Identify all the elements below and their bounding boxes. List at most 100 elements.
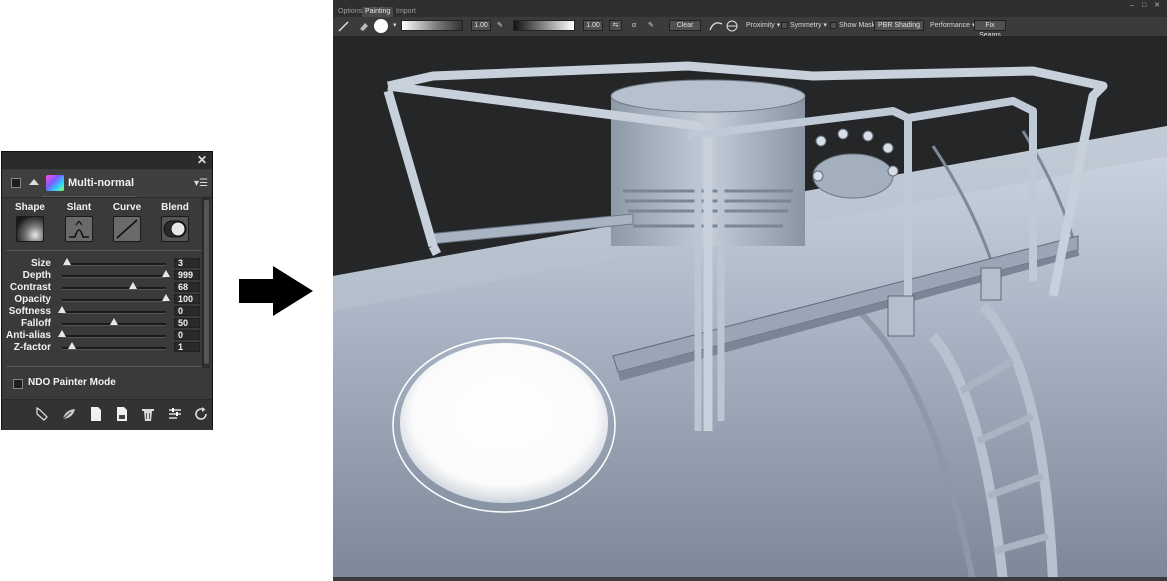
divider bbox=[6, 366, 202, 367]
brush-dropdown-icon[interactable]: ▾ bbox=[393, 20, 397, 32]
slider-value-field[interactable]: 100 bbox=[174, 294, 200, 304]
slider-label: Size bbox=[30, 258, 51, 269]
swap-button[interactable]: ⇆ bbox=[609, 20, 622, 31]
slider-label: Anti-alias bbox=[5, 330, 51, 341]
slider-label: Falloff bbox=[21, 318, 51, 329]
blend-toggle-icon bbox=[163, 220, 187, 238]
slider-value-field[interactable]: 0 bbox=[174, 330, 200, 340]
slider-value-field[interactable]: 68 bbox=[174, 282, 200, 292]
pen-tool-icon[interactable] bbox=[34, 406, 50, 422]
slider-row-opacity: Opacity 100 bbox=[2, 294, 207, 306]
panel-titlebar: ✕ bbox=[2, 152, 212, 169]
slider-label: Contrast bbox=[9, 282, 51, 293]
divider bbox=[6, 250, 202, 251]
blend-button[interactable] bbox=[161, 216, 189, 242]
slider-thumb[interactable] bbox=[58, 306, 66, 313]
viewport-tabbar: Options Painting Import – □ ✕ bbox=[333, 0, 1167, 17]
slider-thumb[interactable] bbox=[128, 282, 137, 289]
fix-seams-button[interactable]: Fix Seams bbox=[974, 20, 1006, 39]
tab-options[interactable]: Options bbox=[335, 7, 365, 17]
slider-thumb[interactable] bbox=[58, 330, 66, 337]
slider-row-z-factor: Z-factor 1 bbox=[2, 342, 207, 354]
tab-import[interactable]: Import bbox=[393, 7, 419, 17]
shading-select[interactable]: PBR Shading bbox=[874, 20, 924, 31]
gradient-value-field[interactable]: 1.00 bbox=[583, 20, 603, 31]
panel-menu-icon[interactable]: ▾☰ bbox=[194, 178, 208, 189]
enable-checkbox[interactable] bbox=[11, 178, 21, 188]
new-document-icon[interactable] bbox=[88, 406, 104, 422]
slider-thumb[interactable] bbox=[162, 294, 170, 301]
slider-thumb[interactable] bbox=[63, 258, 72, 265]
slant-label: Slant bbox=[66, 202, 92, 213]
target-icon[interactable] bbox=[726, 20, 738, 32]
ndo-painter-checkbox[interactable] bbox=[13, 379, 23, 389]
collapse-triangle-icon[interactable] bbox=[29, 179, 39, 185]
slider-row-size: Size 3 bbox=[2, 258, 207, 270]
close-icon[interactable]: ✕ bbox=[197, 153, 207, 167]
save-document-icon[interactable] bbox=[114, 406, 130, 422]
3d-viewport-window: Options Painting Import – □ ✕ ▾ 1.00 ✎ 1… bbox=[333, 0, 1167, 581]
3d-tank-car-scene[interactable] bbox=[333, 36, 1167, 581]
slider-value-field[interactable]: 50 bbox=[174, 318, 200, 328]
slider-value-field[interactable]: 1 bbox=[174, 342, 200, 352]
symmetry-dropdown[interactable]: Symmetry ▾ bbox=[790, 20, 827, 32]
viewport-bottom-bar bbox=[333, 577, 1167, 581]
alpha-icon[interactable]: α bbox=[632, 20, 636, 32]
dropper-icon[interactable]: ✎ bbox=[497, 20, 503, 32]
slider-row-depth: Depth 999 bbox=[2, 270, 207, 282]
clear-button[interactable]: Clear bbox=[669, 20, 701, 31]
symmetry-checkbox[interactable] bbox=[781, 22, 788, 29]
slider-track[interactable] bbox=[62, 287, 166, 290]
slider-label: Softness bbox=[8, 306, 51, 317]
trash-icon[interactable] bbox=[140, 406, 156, 422]
performance-dropdown[interactable]: Performance ▾ bbox=[930, 20, 976, 32]
tab-painting[interactable]: Painting bbox=[362, 7, 394, 17]
panel-footer-toolbar bbox=[2, 399, 212, 430]
normal-map-swatch-icon bbox=[46, 175, 64, 191]
slider-row-softness: Softness 0 bbox=[2, 306, 207, 318]
opacity-gradient-bar[interactable] bbox=[401, 20, 463, 31]
blend-label: Blend bbox=[161, 202, 189, 213]
stamp-icon[interactable]: ✎ bbox=[648, 20, 654, 32]
show-mask-checkbox[interactable] bbox=[830, 22, 837, 29]
proximity-dropdown[interactable]: Proximity ▾ bbox=[746, 20, 780, 32]
slider-row-anti-alias: Anti-alias 0 bbox=[2, 330, 207, 342]
brush-cursor-disk bbox=[400, 343, 608, 503]
right-arrow-icon bbox=[239, 266, 313, 316]
slider-value-field[interactable]: 3 bbox=[174, 258, 200, 268]
slider-thumb[interactable] bbox=[110, 318, 118, 325]
slider-value-field[interactable]: 0 bbox=[174, 306, 200, 316]
curve-button[interactable] bbox=[113, 216, 141, 242]
curve-line-icon bbox=[116, 219, 138, 239]
slider-thumb[interactable] bbox=[68, 342, 77, 349]
slider-value-field[interactable]: 999 bbox=[174, 270, 200, 280]
brush-tool-icon[interactable] bbox=[338, 20, 350, 32]
value-gradient-bar[interactable] bbox=[513, 20, 575, 31]
eraser-tool-icon[interactable] bbox=[358, 20, 370, 32]
slider-track[interactable] bbox=[62, 299, 166, 302]
slider-label: Z-factor bbox=[13, 342, 51, 353]
curve-label: Curve bbox=[112, 202, 142, 213]
slant-button[interactable] bbox=[65, 216, 93, 242]
ndo-painter-label: NDO Painter Mode bbox=[28, 377, 116, 388]
slider-row-falloff: Falloff 50 bbox=[2, 318, 207, 330]
slider-track[interactable] bbox=[62, 335, 166, 338]
slider-thumb[interactable] bbox=[162, 270, 170, 277]
settings-sliders-icon[interactable] bbox=[167, 406, 183, 422]
refresh-icon[interactable] bbox=[193, 406, 209, 422]
slider-label: Opacity bbox=[14, 294, 51, 305]
slider-row-contrast: Contrast 68 bbox=[2, 282, 207, 294]
brush-opacity-field[interactable]: 1.00 bbox=[471, 20, 491, 31]
slider-track[interactable] bbox=[62, 263, 166, 266]
painting-toolbar: ▾ 1.00 ✎ 1.00 ⇆ α ✎ Clear Proximity ▾ Sy… bbox=[333, 17, 1167, 39]
brush-preview-circle[interactable] bbox=[373, 18, 389, 33]
show-mask-label: Show Mask bbox=[839, 22, 876, 29]
slant-curve-icon bbox=[69, 220, 89, 238]
window-controls[interactable]: – □ ✕ bbox=[1130, 1, 1163, 9]
curve-stroke-icon[interactable] bbox=[709, 20, 723, 32]
shape-button[interactable] bbox=[16, 216, 44, 242]
brush-leaf-icon[interactable] bbox=[61, 406, 77, 422]
slider-track[interactable] bbox=[62, 275, 166, 278]
slider-track[interactable] bbox=[62, 347, 166, 350]
slider-track[interactable] bbox=[62, 311, 166, 314]
